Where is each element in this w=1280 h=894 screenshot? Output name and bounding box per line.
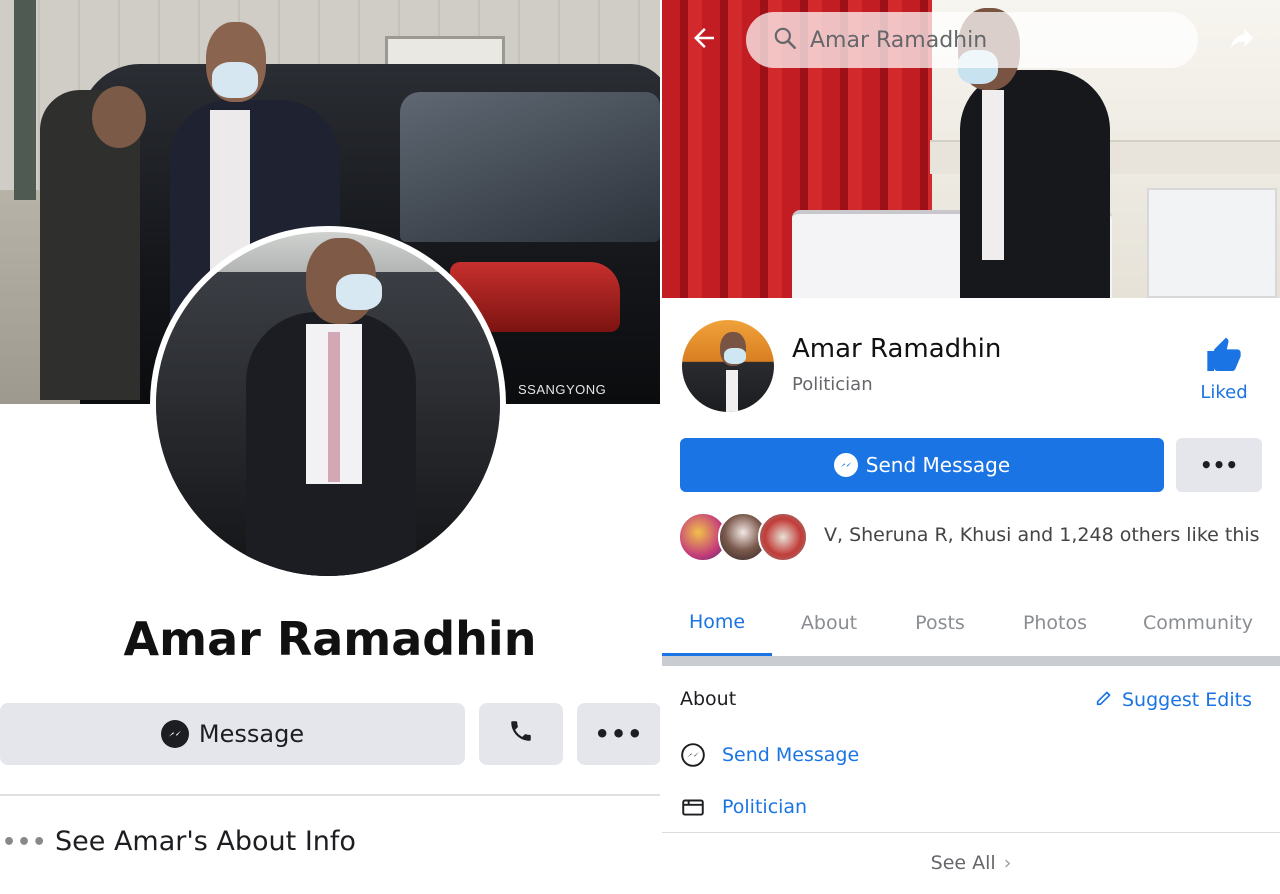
thumbs-up-icon [1204, 337, 1244, 380]
phone-icon [508, 718, 534, 751]
friend-avatars[interactable] [678, 512, 808, 564]
cover-fridge [1147, 188, 1277, 298]
search-query-text: Amar Ramadhin [810, 27, 988, 53]
cover-main-person-shirt [982, 90, 1004, 260]
back-arrow-icon [689, 23, 719, 57]
profile-picture[interactable] [150, 226, 506, 582]
profile-name: Amar Ramadhin [123, 612, 537, 666]
share-icon [1225, 23, 1259, 57]
tab-photos[interactable]: Photos [994, 590, 1116, 656]
friend-avatar [758, 512, 808, 562]
profile-picture[interactable] [680, 318, 776, 414]
suggest-edits-label: Suggest Edits [1122, 688, 1252, 711]
car-brand-badge: SSANGYONG [518, 382, 607, 397]
tab-posts[interactable]: Posts [886, 590, 994, 656]
send-message-button[interactable]: Send Message [680, 438, 1164, 492]
divider [0, 794, 660, 796]
category-icon [680, 794, 706, 820]
tab-home[interactable]: Home [662, 590, 772, 656]
liked-button[interactable]: Liked [1188, 336, 1260, 403]
about-row-label: Send Message [722, 744, 860, 766]
back-button[interactable] [686, 22, 722, 58]
avatar-mask [724, 348, 746, 364]
search-bar[interactable]: Amar Ramadhin [746, 12, 1198, 68]
message-button[interactable]: Message [0, 703, 465, 765]
cover-bodyguard-head [92, 86, 146, 148]
pencil-icon [1094, 686, 1122, 713]
share-button[interactable] [1222, 22, 1262, 58]
likes-summary[interactable]: V, Sheruna R, Khusi and 1,248 others lik… [824, 524, 1260, 546]
about-row-label: Politician [722, 796, 808, 818]
avatar-tie [328, 332, 340, 482]
about-row-category[interactable]: Politician [680, 794, 807, 820]
messenger-icon [833, 453, 858, 477]
call-button[interactable] [479, 703, 563, 765]
send-message-label: Send Message [865, 453, 1011, 477]
message-button-label: Message [198, 720, 305, 748]
see-all-label: See All [930, 852, 996, 874]
page-name: Amar Ramadhin [792, 334, 1002, 364]
more-dots-icon: ••• [2, 830, 48, 855]
see-about-info-link[interactable]: See Amar's About Info [55, 826, 356, 857]
cover-face-mask [212, 62, 258, 98]
page-tabs: Home About Posts Photos Community [662, 590, 1280, 656]
cover-car-window [400, 92, 660, 242]
messenger-icon [160, 720, 189, 748]
right-profile-panel: Amar Ramadhin Amar Ramadhin Politician L… [662, 0, 1280, 894]
tab-about[interactable]: About [772, 590, 886, 656]
avatar-shirt [726, 370, 738, 412]
cover-pole [14, 0, 36, 200]
search-icon [772, 25, 798, 55]
left-profile-panel: SSANGYONG Amar Ramadhin Message ••• ••• … [0, 0, 660, 894]
page-category: Politician [792, 374, 873, 395]
more-options-button[interactable]: ••• [577, 703, 660, 765]
suggest-edits-link[interactable]: Suggest Edits [1094, 686, 1252, 713]
liked-label: Liked [1200, 382, 1248, 403]
about-row-send-message[interactable]: Send Message [680, 742, 859, 768]
tab-community[interactable]: Community [1116, 590, 1280, 656]
divider [662, 832, 1280, 833]
more-options-button[interactable]: ••• [1176, 438, 1262, 492]
avatar-mask [336, 274, 382, 310]
section-divider [662, 656, 1280, 666]
see-all-link[interactable]: See All › [662, 852, 1280, 874]
about-heading: About [680, 688, 737, 710]
chevron-right-icon: › [1003, 852, 1012, 874]
messenger-icon [680, 742, 706, 768]
